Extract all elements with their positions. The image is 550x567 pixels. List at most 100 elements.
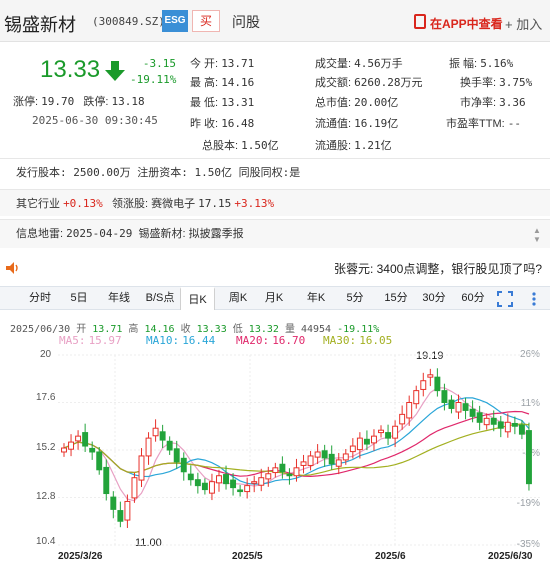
candle-body — [201, 482, 208, 491]
stat-float-value: 流通值: 16.19亿 — [315, 117, 399, 130]
current-price: 13.33 — [40, 56, 101, 83]
candle-body — [483, 417, 490, 426]
notice-date: 2025-04-29 — [66, 227, 133, 240]
leader-label: 领涨股: — [111, 198, 149, 210]
candle-body — [413, 390, 420, 405]
limit-down-label: 跌停: — [83, 96, 109, 108]
candle-body — [138, 455, 145, 481]
candle-body — [180, 457, 187, 473]
stock-code: (300849.SZ) — [92, 15, 165, 28]
industry-row[interactable]: 其它行业 +0.13% 领涨股: 赛微电子 17.15 +3.13% — [0, 189, 550, 216]
candle-body — [293, 467, 300, 477]
tab-year-line[interactable]: 年线 — [103, 287, 135, 310]
notice-row[interactable]: 信息地雷: 2025-04-29 锡盛新材: 拟披露季报 ▲ ▼ — [0, 219, 550, 248]
notice-label: 信息地雷: — [16, 228, 64, 240]
candle-body — [335, 459, 342, 467]
candle-body — [159, 431, 166, 441]
stat-pb: 市净率: 3.36 — [460, 96, 526, 109]
candle-body — [511, 422, 518, 427]
limit-up-value: 19.70 — [41, 95, 75, 108]
news-ticker[interactable]: 张蓉元: 3400点调整，银行股见顶了吗? — [0, 256, 550, 280]
candlestick-chart[interactable] — [0, 345, 550, 553]
candle-body — [441, 390, 448, 403]
tab-weekly-k[interactable]: 周K — [222, 287, 254, 310]
candle-body — [399, 413, 406, 425]
candle-body — [244, 485, 251, 493]
candle-body — [518, 424, 525, 435]
candle-body — [258, 477, 265, 486]
down-arrow-icon — [105, 61, 125, 81]
more-icon[interactable] — [527, 291, 541, 307]
candle-body — [216, 475, 222, 484]
candle-body — [434, 376, 441, 392]
limit-prices: 涨停: 19.70 跌停: 13.18 — [13, 93, 145, 109]
tab-60min[interactable]: 60分 — [456, 287, 490, 310]
candle-body — [476, 412, 483, 423]
candle-body — [286, 473, 293, 477]
candle-body — [300, 461, 307, 466]
stat-pe-ttm: 市盈率TTM: -- — [446, 117, 521, 130]
tab-5day[interactable]: 5日 — [64, 287, 94, 310]
ask-stock-link[interactable]: 问股 — [232, 12, 260, 32]
candle-body — [427, 374, 434, 378]
candle-body — [237, 489, 244, 493]
candle-body — [117, 510, 124, 522]
candle-body — [194, 479, 201, 487]
candle-body — [349, 445, 356, 453]
tab-yearly-k[interactable]: 年K — [300, 287, 332, 310]
news-headline[interactable]: 张蓉元: 3400点调整，银行股见顶了吗? — [334, 260, 542, 277]
candle-body — [251, 481, 258, 484]
candle-body — [455, 402, 462, 413]
chart-period-tabs: 分时 5日 年线 B/S点 日K 周K 月K 年K 5分 15分 30分 60分 — [0, 286, 550, 310]
candle-body — [469, 408, 476, 417]
stat-total-shares: 总股本: 1.50亿 — [202, 139, 279, 152]
buy-button[interactable]: 买 — [192, 10, 220, 32]
tab-15min[interactable]: 15分 — [380, 287, 412, 310]
candle-body — [68, 441, 75, 450]
add-watchlist-button[interactable]: + 加入 — [505, 14, 542, 33]
candle-body — [208, 481, 215, 494]
ohlc-readout: 2025/06/30 开 13.71 高 14.16 收 13.33 低 13.… — [10, 324, 380, 335]
candle-body — [110, 496, 117, 510]
candle-body — [342, 453, 349, 461]
stat-turnover-amount: 成交额: 6260.28万元 — [315, 76, 423, 89]
tab-monthly-k[interactable]: 月K — [258, 287, 290, 310]
leader-name[interactable]: 赛微电子 — [151, 198, 195, 210]
open-in-app-link[interactable]: 在APP中查看 — [430, 15, 503, 32]
fullscreen-icon[interactable] — [497, 291, 513, 307]
limit-up-label: 涨停: — [13, 96, 39, 108]
industry-change: +0.13% — [63, 197, 103, 210]
candle-body — [89, 447, 96, 453]
candle-body — [448, 399, 455, 409]
candle-body — [131, 477, 138, 499]
tab-5min[interactable]: 5分 — [340, 287, 370, 310]
candle-body — [187, 473, 194, 481]
scroll-arrows-icon[interactable]: ▲ ▼ — [532, 226, 542, 244]
candle-body — [420, 380, 427, 390]
tab-intraday[interactable]: 分时 — [24, 287, 56, 310]
issue-info-row: 发行股本: 2500.00万 注册资本: 1.50亿 同股同权:是 — [0, 158, 550, 185]
candle-body — [363, 438, 370, 445]
esg-badge[interactable]: ESG — [162, 10, 188, 32]
candle-body — [307, 455, 314, 466]
leader-price: 17.15 — [198, 197, 232, 210]
stock-header: 锡盛新材 (300849.SZ) ESG 买 问股 在APP中查看 + 加入 — [0, 0, 550, 42]
candle-body — [504, 421, 511, 433]
candle-body — [75, 435, 82, 442]
candle-body — [173, 448, 180, 463]
candle-body — [497, 421, 504, 429]
stat-volume: 成交量: 4.56万手 — [315, 57, 403, 70]
tab-bs-points[interactable]: B/S点 — [140, 287, 180, 310]
tab-30min[interactable]: 30分 — [418, 287, 450, 310]
stat-market-cap: 总市值: 20.00亿 — [315, 96, 399, 109]
candle-body — [61, 447, 67, 453]
candle-body — [230, 479, 237, 489]
tab-daily-k[interactable]: 日K — [180, 287, 215, 310]
price-change-percent: -19.11% — [130, 73, 177, 86]
notice-text[interactable]: 锡盛新材: 拟披露季报 — [138, 228, 243, 240]
candle-body — [103, 466, 110, 495]
candle-body — [406, 402, 413, 419]
candle-body — [392, 425, 399, 439]
candle-body — [462, 403, 469, 411]
candle-body — [385, 432, 392, 439]
